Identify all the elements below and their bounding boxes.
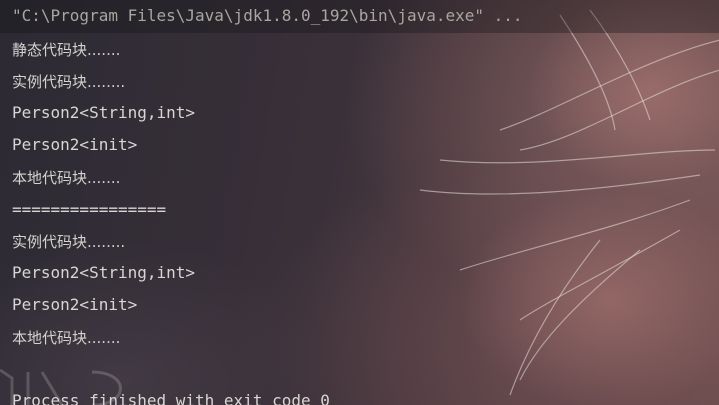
process-status: Process finished with exit code 0 bbox=[12, 391, 330, 405]
output-line: 本地代码块....... bbox=[12, 329, 121, 347]
console-output-panel[interactable]: "C:\Program Files\Java\jdk1.8.0_192\bin\… bbox=[0, 0, 719, 405]
output-line: 实例代码块........ bbox=[12, 73, 126, 91]
output-line: 本地代码块....... bbox=[12, 169, 121, 187]
output-line: Person2<init> bbox=[12, 295, 138, 314]
command-line: "C:\Program Files\Java\jdk1.8.0_192\bin\… bbox=[12, 6, 523, 25]
output-line: 静态代码块....... bbox=[12, 41, 121, 59]
output-line: 实例代码块........ bbox=[12, 233, 126, 251]
output-line: Person2<String,int> bbox=[12, 263, 196, 282]
output-line: Person2<init> bbox=[12, 135, 138, 154]
output-line: Person2<String,int> bbox=[12, 103, 196, 122]
output-separator: ================ bbox=[12, 200, 167, 219]
